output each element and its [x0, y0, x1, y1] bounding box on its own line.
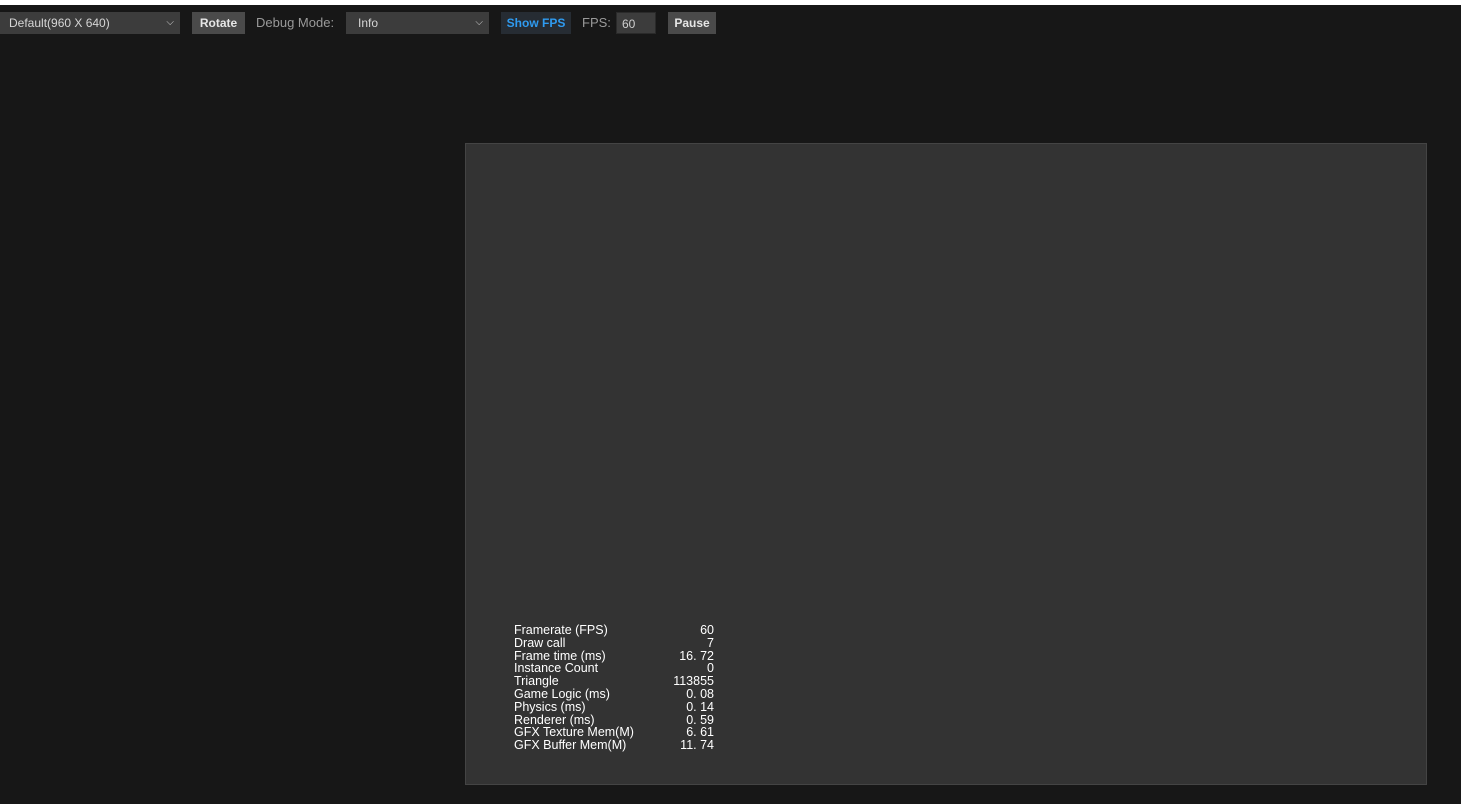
stat-row: Physics (ms) 0. 14 — [514, 699, 714, 714]
debug-mode-select[interactable]: Info ⌵ — [346, 12, 489, 34]
stat-row: Framerate (FPS) 60 — [514, 624, 714, 637]
stat-name: GFX Buffer Mem(M) — [514, 738, 627, 753]
stat-row: Game Logic (ms) 0. 08 — [514, 688, 714, 701]
stat-value: 7 — [707, 635, 714, 650]
resolution-select[interactable]: Default(960 X 640) ⌵ — [0, 12, 180, 34]
stat-row: Draw call 7 — [514, 635, 714, 650]
stat-value: 11. 74 — [680, 738, 714, 753]
fps-label: FPS: — [582, 15, 611, 30]
stat-value: 0. 14 — [686, 699, 714, 714]
preview-toolbar: Default(960 X 640) ⌵ Rotate Debug Mode: … — [0, 5, 1461, 41]
stat-name: Draw call — [514, 635, 566, 650]
stat-row: GFX Buffer Mem(M) 11. 74 — [514, 739, 714, 752]
stat-value: 0. 08 — [686, 686, 714, 701]
stat-name: Framerate (FPS) — [514, 623, 608, 637]
stat-name: Game Logic (ms) — [514, 686, 610, 701]
game-canvas[interactable]: Framerate (FPS) 60 Draw call 7 Frame time (m… — [465, 143, 1427, 785]
chevron-down-icon: ⌵ — [166, 17, 174, 28]
debug-mode-select-value: Info — [358, 16, 379, 30]
stat-name: Physics (ms) — [514, 699, 586, 714]
show-fps-button[interactable]: Show FPS — [501, 12, 571, 34]
pause-button[interactable]: Pause — [668, 12, 716, 34]
stat-value: 16. 72 — [679, 648, 714, 663]
stats-overlay: Framerate (FPS) 60 Draw call 7 Frame time (m… — [514, 624, 714, 752]
resolution-select-value: Default(960 X 640) — [9, 16, 110, 30]
debug-mode-label: Debug Mode: — [256, 15, 335, 30]
rotate-button[interactable]: Rotate — [192, 12, 245, 34]
chevron-down-icon: ⌵ — [475, 17, 483, 28]
fps-input[interactable]: 60 — [616, 12, 656, 34]
stat-value: 60 — [700, 623, 714, 637]
